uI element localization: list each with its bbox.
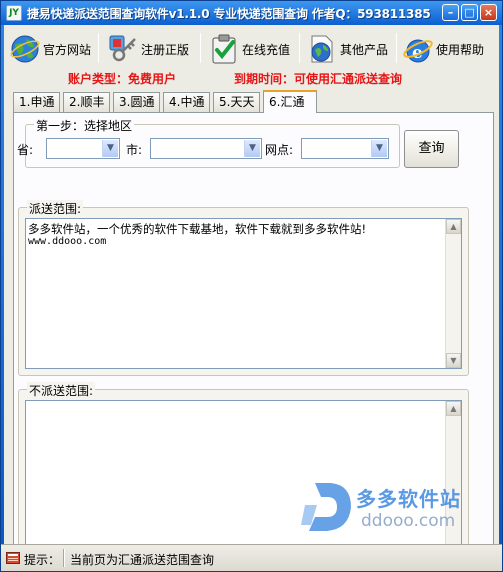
tab-tiantian[interactable]: 5.天天	[213, 92, 261, 112]
toolbar-separator	[200, 33, 201, 63]
province-select[interactable]: ▼	[46, 138, 120, 159]
other-products-button[interactable]: 其他产品	[306, 29, 388, 69]
ie-help-icon: e	[403, 39, 433, 63]
globe-icon	[10, 35, 40, 63]
app-window: JY 捷易快递派送范围查询软件v1.1.0 专业快递范围查询 作者Q：59381…	[0, 0, 503, 572]
account-type: 账户类型：免费用户	[68, 72, 177, 86]
outlet-select[interactable]: ▼	[301, 138, 389, 159]
document-globe-icon	[311, 35, 333, 63]
clipboard-check-icon	[212, 34, 236, 64]
recharge-button[interactable]: 在线充值	[208, 29, 290, 69]
delivery-scrollbar[interactable]: ▲ ▼	[445, 219, 461, 368]
chevron-down-icon[interactable]: ▼	[102, 140, 118, 157]
toolbar-separator	[396, 33, 397, 63]
app-icon: JY	[6, 5, 22, 21]
tab-zhongtong[interactable]: 4.中通	[163, 92, 211, 112]
city-select[interactable]: ▼	[150, 138, 262, 159]
status-bar: 提示： 当前页为汇通派送范围查询	[1, 544, 502, 571]
delivery-text-line2: www.ddooo.com	[28, 236, 107, 247]
close-button[interactable]: ×	[480, 4, 497, 21]
query-button[interactable]: 查询	[404, 130, 459, 168]
account-info: 账户类型：免费用户 到期时间：可使用汇通派送查询	[4, 69, 499, 87]
toolbar-separator	[98, 33, 99, 63]
toolbar-label-help: 使用帮助	[436, 42, 485, 57]
toolbar-label-other-products: 其他产品	[340, 42, 389, 57]
delivery-range-group: 派送范围: 多多软件站，一个优秀的软件下载基地，软件下载就到多多软件站! www…	[18, 200, 469, 376]
keys-icon	[109, 35, 136, 62]
title-bar[interactable]: JY 捷易快递派送范围查询软件v1.1.0 专业快递范围查询 作者Q：59381…	[1, 1, 502, 25]
status-message: 当前页为汇通派送范围查询	[70, 553, 215, 567]
delivery-text-line1: 多多软件站，一个优秀的软件下载基地，软件下载就到多多软件站!	[28, 222, 367, 236]
client-area: 官方网站 注册正版 在线充值 其他产品 e 使用帮助 账户类型：免费用户 到期时…	[4, 25, 499, 547]
watermark-name: 多多软件站	[356, 487, 461, 511]
tab-yuantong[interactable]: 3.圆通	[113, 92, 161, 112]
toolbar-label-recharge: 在线充值	[242, 42, 291, 57]
register-button[interactable]: 注册正版	[107, 29, 189, 69]
watermark-logo-icon	[301, 483, 351, 531]
province-label: 省:	[17, 143, 34, 157]
city-label: 市:	[126, 143, 143, 157]
tab-huitong[interactable]: 6.汇通	[263, 90, 317, 113]
status-divider	[63, 549, 65, 567]
scroll-down-icon[interactable]: ▼	[446, 353, 461, 368]
step1-legend: 第一步：选择地区	[34, 117, 135, 134]
minimize-button[interactable]: –	[442, 4, 459, 21]
watermark: 多多软件站 ddooo.com	[301, 477, 501, 537]
scroll-up-icon[interactable]: ▲	[446, 219, 461, 234]
chevron-down-icon[interactable]: ▼	[371, 140, 387, 157]
status-label: 提示：	[24, 553, 61, 567]
delivery-range-textarea[interactable]: 多多软件站，一个优秀的软件下载基地，软件下载就到多多软件站! www.ddooo…	[25, 218, 462, 369]
expire-time: 到期时间：可使用汇通派送查询	[234, 72, 403, 86]
toolbar-label-register: 注册正版	[141, 42, 190, 57]
tab-shunfeng[interactable]: 2.顺丰	[63, 92, 111, 112]
chevron-down-icon[interactable]: ▼	[244, 140, 260, 157]
no-delivery-range-legend: 不派送范围:	[27, 382, 96, 399]
toolbar-separator	[299, 33, 300, 63]
status-info-icon	[6, 552, 20, 564]
outlet-label: 网点:	[265, 143, 294, 157]
help-button[interactable]: e 使用帮助	[402, 29, 484, 69]
toolbar-label-official-site: 官方网站	[43, 42, 92, 57]
scroll-up-icon[interactable]: ▲	[446, 401, 461, 416]
watermark-url: ddooo.com	[361, 511, 456, 531]
delivery-range-legend: 派送范围:	[27, 200, 84, 217]
tab-shentong[interactable]: 1.申通	[13, 92, 61, 112]
maximize-button[interactable]: □	[461, 4, 478, 21]
toolbar: 官方网站 注册正版 在线充值 其他产品 e 使用帮助	[4, 29, 499, 69]
window-title: 捷易快递派送范围查询软件v1.1.0 专业快递范围查询 作者Q：59381138…	[27, 7, 431, 21]
official-site-button[interactable]: 官方网站	[9, 29, 91, 69]
